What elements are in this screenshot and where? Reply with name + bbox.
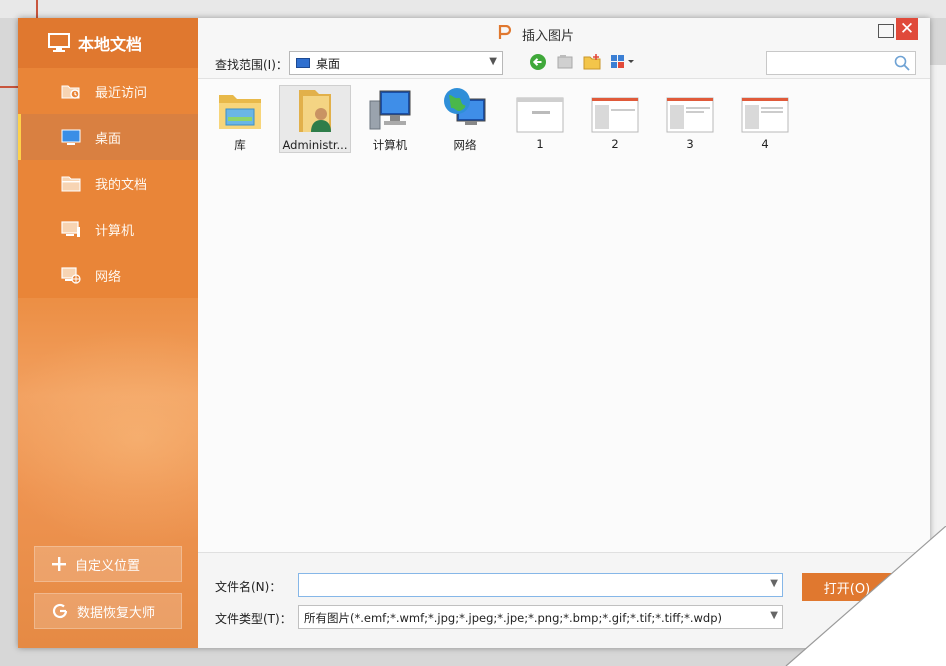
dialog-title-label: 插入图片	[522, 29, 575, 44]
file-form: 文件名(N)： ▼ 文件类型(T)： 所有图片(*.emf;*.wmf;*.jp…	[198, 552, 930, 648]
file-list: 库 Administr... 计算机 网络 1 2 3 4	[198, 78, 930, 552]
computer-icon	[61, 220, 81, 238]
file-item-label: 3	[686, 137, 694, 151]
up-folder-icon	[557, 55, 573, 69]
user-folder-icon	[280, 86, 350, 134]
slide-thumbnail-icon	[729, 85, 801, 133]
file-item-slide-3[interactable]: 3	[654, 85, 726, 153]
network-globe-icon	[429, 85, 501, 133]
sidebar-item-label: 我的文档	[95, 177, 148, 193]
back-button[interactable]	[529, 53, 547, 71]
sidebar-item-computer[interactable]: 计算机	[18, 206, 198, 252]
background-page	[928, 65, 946, 666]
library-folder-icon	[204, 85, 276, 133]
plus-icon	[51, 556, 67, 572]
folder-icon	[61, 174, 81, 192]
file-item-label: Administr...	[282, 138, 348, 152]
sidebar-title-label: 本地文档	[78, 35, 143, 54]
up-folder-button[interactable]	[556, 53, 574, 71]
file-item-slide-2[interactable]: 2	[579, 85, 651, 153]
file-item-label: 1	[536, 137, 544, 151]
maximize-button[interactable]	[878, 24, 894, 38]
network-icon	[61, 266, 81, 284]
filename-input[interactable]	[299, 574, 759, 596]
file-item-computer[interactable]: 计算机	[354, 85, 426, 153]
sidebar-nav: 最近访问 桌面 我的文档 计算机 网络	[18, 68, 198, 298]
view-grid-icon	[611, 55, 634, 68]
sidebar-item-desktop[interactable]: 桌面	[18, 114, 198, 160]
new-folder-icon	[583, 54, 601, 70]
sidebar-item-recent[interactable]: 最近访问	[18, 68, 198, 114]
slide-thumbnail-icon	[504, 85, 576, 133]
chevron-down-icon: ▼	[489, 56, 497, 67]
filetype-dropdown[interactable]: 所有图片(*.emf;*.wmf;*.jpg;*.jpeg;*.jpe;*.pn…	[298, 605, 783, 629]
file-item-label: 库	[234, 138, 246, 152]
search-icon	[894, 55, 910, 74]
sidebar-item-label: 网络	[95, 269, 122, 285]
file-item-network[interactable]: 网络	[429, 85, 501, 153]
chevron-down-icon[interactable]: ▼	[770, 578, 778, 589]
sidebar: 本地文档 最近访问 桌面 我的文档 计算机 网络 自定义位置 数据恢复大师	[18, 18, 198, 648]
background-decoration	[36, 0, 38, 18]
desktop-icon	[296, 58, 310, 68]
data-recovery-button[interactable]: 数据恢复大师	[34, 593, 182, 629]
file-item-slide-1[interactable]: 1	[504, 85, 576, 153]
sidebar-title: 本地文档	[18, 18, 198, 68]
lookin-dropdown[interactable]: 桌面 ▼	[289, 51, 503, 75]
filename-label: 文件名(N)：	[215, 580, 282, 594]
back-arrow-icon	[530, 54, 546, 70]
main-panel: 插入图片 ✕ 查找范围(I)： 桌面 ▼ 库 Administr... 计算机 …	[198, 18, 930, 648]
file-item-label: 2	[611, 137, 619, 151]
toolbar: 查找范围(I)： 桌面 ▼	[198, 48, 930, 78]
lookin-label: 查找范围(I)：	[215, 58, 288, 72]
data-recovery-label: 数据恢复大师	[77, 605, 156, 621]
search-field[interactable]	[766, 51, 916, 75]
lookin-value: 桌面	[316, 56, 341, 71]
file-item-slide-4[interactable]: 4	[729, 85, 801, 153]
title-bar: 插入图片 ✕	[198, 18, 930, 48]
filetype-value: 所有图片(*.emf;*.wmf;*.jpg;*.jpeg;*.jpe;*.pn…	[304, 611, 723, 625]
sidebar-item-network[interactable]: 网络	[18, 252, 198, 298]
file-item-administrator[interactable]: Administr...	[279, 85, 351, 153]
filename-field[interactable]: ▼	[298, 573, 783, 597]
recent-folder-icon	[61, 82, 81, 100]
search-input[interactable]	[767, 52, 887, 74]
monitor-icon	[48, 33, 70, 52]
file-item-label: 网络	[453, 138, 477, 152]
computer-icon	[354, 85, 426, 133]
view-mode-button[interactable]	[610, 53, 638, 71]
sidebar-item-my-documents[interactable]: 我的文档	[18, 160, 198, 206]
slide-thumbnail-icon	[654, 85, 726, 133]
background-decoration	[0, 86, 18, 88]
file-item-library[interactable]: 库	[204, 85, 276, 153]
sidebar-item-label: 计算机	[95, 223, 135, 239]
sidebar-item-label: 桌面	[95, 131, 122, 147]
slide-thumbnail-icon	[579, 85, 651, 133]
sidebar-item-label: 最近访问	[95, 85, 148, 101]
custom-location-button[interactable]: 自定义位置	[34, 546, 182, 582]
chevron-down-icon: ▼	[770, 610, 778, 621]
new-folder-button[interactable]	[583, 53, 601, 71]
recovery-icon	[51, 602, 69, 620]
close-button[interactable]: ✕	[896, 18, 918, 40]
filetype-label: 文件类型(T)：	[215, 612, 292, 626]
wps-presentation-logo-icon	[498, 24, 512, 44]
file-item-label: 计算机	[372, 138, 408, 152]
file-item-label: 4	[761, 137, 769, 151]
insert-picture-dialog: 本地文档 最近访问 桌面 我的文档 计算机 网络 自定义位置 数据恢复大师 插入…	[18, 18, 930, 648]
desktop-icon	[61, 128, 81, 146]
custom-location-label: 自定义位置	[75, 558, 141, 574]
dialog-title: 插入图片	[498, 24, 575, 44]
open-button[interactable]: 打开(O)	[802, 573, 892, 601]
background-window-bar	[0, 0, 946, 18]
